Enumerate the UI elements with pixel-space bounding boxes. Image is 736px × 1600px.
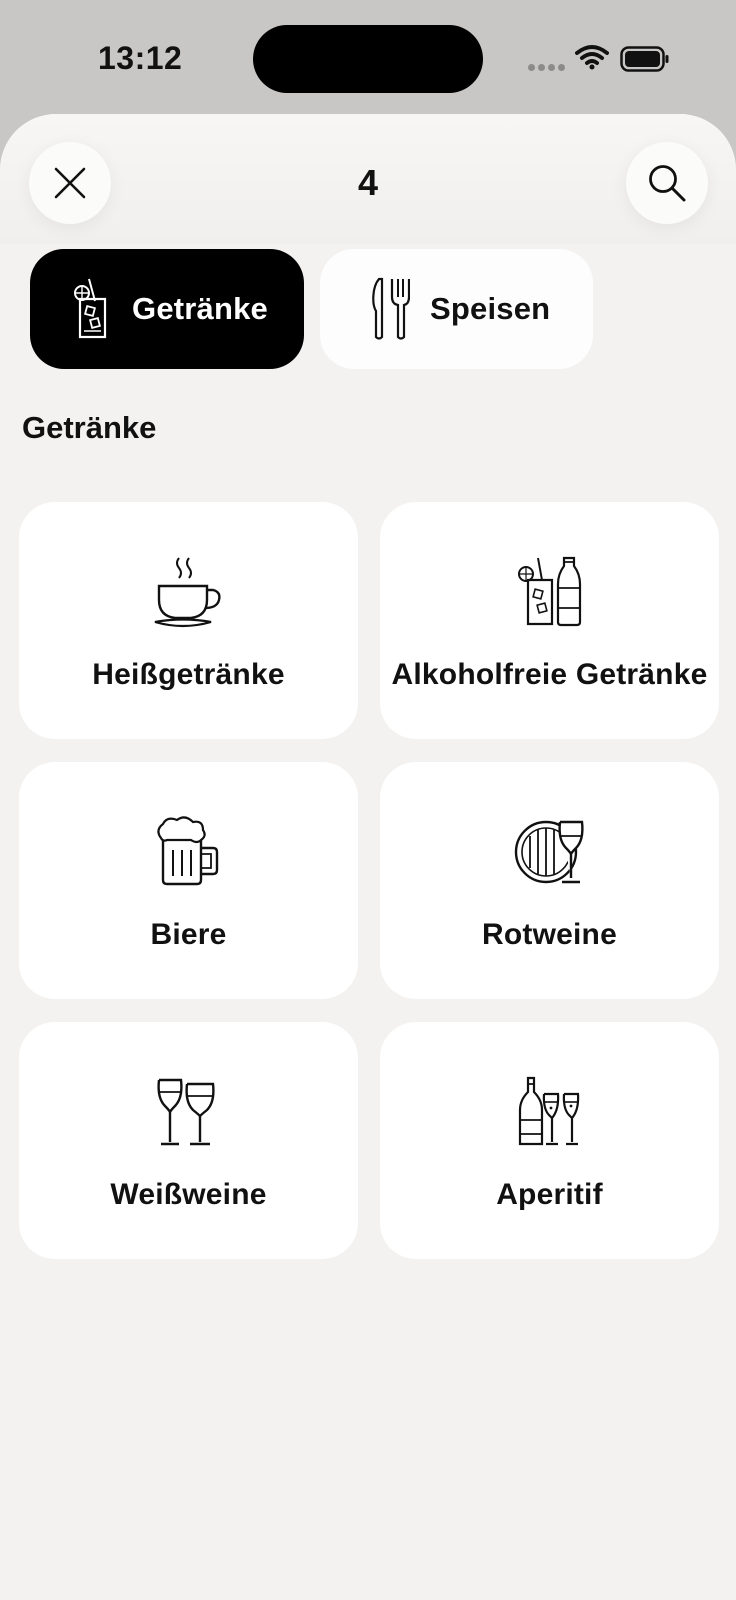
category-card-rotweine[interactable]: Rotweine <box>380 762 719 999</box>
tab-label: Speisen <box>430 291 551 326</box>
page-title: 4 <box>357 162 379 203</box>
category-label: Alkoholfreie Getränke <box>391 658 708 691</box>
tab-getraenke[interactable]: Getränke <box>30 249 304 369</box>
tab-label: Getränke <box>132 291 268 326</box>
section-title: Getränke <box>22 410 157 445</box>
coffee-cup-icon <box>149 552 229 632</box>
tab-speisen[interactable]: Speisen <box>320 249 593 369</box>
close-button[interactable] <box>29 142 111 224</box>
category-card-alkoholfreie-getraenke[interactable]: Alkoholfreie Getränke <box>380 502 719 739</box>
beer-mug-icon <box>149 812 229 892</box>
wine-barrel-glass-icon <box>510 812 590 892</box>
category-card-biere[interactable]: Biere <box>19 762 358 999</box>
cocktail-glass-icon <box>72 277 112 341</box>
category-card-weissweine[interactable]: Weißweine <box>19 1022 358 1259</box>
category-label: Weißweine <box>110 1178 267 1211</box>
category-label: Rotweine <box>482 918 617 951</box>
dynamic-island <box>253 25 483 93</box>
category-label: Biere <box>150 918 227 951</box>
battery-icon <box>620 46 669 72</box>
category-card-aperitif[interactable]: Aperitif <box>380 1022 719 1259</box>
status-bar: 13:12 <box>0 0 736 114</box>
knife-fork-icon <box>370 277 410 341</box>
wine-glasses-icon <box>149 1072 229 1152</box>
close-icon <box>54 167 86 199</box>
menu-sheet: 4 Getränke Speisen Getränke Heißgetränke… <box>0 114 736 1600</box>
champagne-bottle-icon <box>510 1072 590 1152</box>
search-button[interactable] <box>626 142 708 224</box>
wifi-icon <box>575 45 609 70</box>
search-icon <box>649 165 686 202</box>
sheet-header: 4 <box>0 114 736 244</box>
soft-drinks-icon <box>510 552 590 632</box>
status-time: 13:12 <box>98 40 183 76</box>
category-label: Heißgetränke <box>92 658 285 691</box>
cellular-signal-icon <box>528 64 565 71</box>
category-label: Aperitif <box>496 1178 603 1211</box>
category-card-heissgetraenke[interactable]: Heißgetränke <box>19 502 358 739</box>
